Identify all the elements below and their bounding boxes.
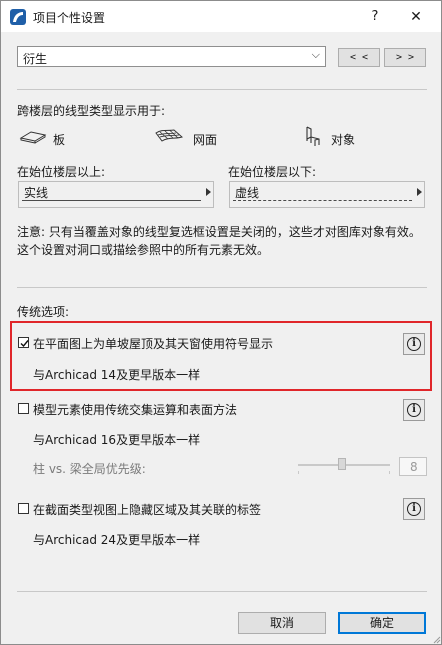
cancel-button[interactable]: 取消 — [238, 612, 326, 634]
above-home-story-label: 在始位楼层以上: — [17, 165, 106, 179]
resize-grip-icon[interactable] — [431, 634, 441, 644]
window-title: 项目个性设置 — [33, 11, 106, 25]
divider — [17, 591, 427, 592]
hide-zones-checkbox[interactable] — [18, 503, 29, 514]
priority-value: 8 — [410, 460, 418, 474]
option-3-label[interactable]: 在截面类型视图上隐藏区域及其关联的标签 — [33, 501, 261, 518]
below-linetype-dropdown[interactable]: 虚线 — [229, 181, 425, 208]
below-home-story-label: 在始位楼层以下: — [228, 165, 317, 179]
column-beam-priority-label: 柱 vs. 梁全局优先级: — [33, 462, 146, 476]
legacy-heading: 传统选项: — [17, 305, 70, 319]
priority-slider-thumb[interactable] — [338, 458, 346, 470]
note-line-1: 注意: 只有当覆盖对象的线型复选框设置是关闭的，这些才对图库对象有效。 — [17, 225, 421, 239]
info-icon: i — [407, 403, 421, 417]
linetype-heading: 跨楼层的线型类型显示用于: — [17, 104, 166, 118]
option-3-info-button[interactable]: i — [403, 498, 425, 520]
info-icon: i — [407, 337, 421, 351]
priority-value-field[interactable]: 8 — [399, 457, 427, 476]
below-linetype-value: 虚线 — [235, 186, 260, 200]
checkmark-icon — [20, 340, 29, 348]
option-1-info-button[interactable]: i — [403, 333, 425, 355]
close-button[interactable]: ✕ — [406, 7, 426, 27]
object-label: 对象 — [331, 133, 356, 147]
preferences-page-select[interactable]: 衍生 ⌵ — [17, 46, 326, 67]
info-icon: i — [407, 502, 421, 516]
triangle-right-icon — [417, 188, 422, 196]
help-button[interactable]: ? — [365, 7, 385, 27]
chair-object-icon — [306, 126, 320, 146]
archicad-app-icon — [10, 9, 26, 25]
ok-button[interactable]: 确定 — [338, 612, 426, 634]
preferences-page-value: 衍生 — [23, 52, 48, 66]
option-1-label[interactable]: 在平面图上为单坡屋顶及其天窗使用符号显示 — [33, 335, 273, 352]
note-line-2: 这个设置对洞口或描绘参照中的所有元素无效。 — [17, 243, 270, 257]
slab-icon — [19, 131, 47, 144]
above-linetype-value: 实线 — [24, 186, 49, 200]
divider — [17, 287, 427, 288]
option-2-sublabel: 与Archicad 16及更早版本一样 — [33, 433, 201, 447]
slab-label: 板 — [53, 133, 66, 147]
priority-slider-ticks — [298, 471, 390, 474]
title-bar: 项目个性设置 ? ✕ — [1, 1, 441, 32]
mesh-icon — [155, 129, 183, 142]
above-linetype-dropdown[interactable]: 实线 — [18, 181, 214, 208]
single-slope-roof-checkbox[interactable] — [18, 337, 29, 348]
next-page-button[interactable]: > > — [384, 48, 426, 67]
triangle-right-icon — [206, 188, 211, 196]
divider — [17, 89, 427, 90]
legacy-intersection-checkbox[interactable] — [18, 403, 29, 414]
chevron-down-icon: ⌵ — [311, 48, 320, 61]
project-preferences-dialog: 项目个性设置 ? ✕ 衍生 ⌵ < < > > 跨楼层的线型类型显示用于: 板 … — [0, 0, 442, 645]
option-2-info-button[interactable]: i — [403, 399, 425, 421]
option-2-label[interactable]: 模型元素使用传统交集运算和表面方法 — [33, 401, 237, 418]
previous-page-button[interactable]: < < — [338, 48, 380, 67]
option-3-sublabel: 与Archicad 24及更早版本一样 — [33, 533, 201, 547]
mesh-label: 网面 — [193, 133, 218, 147]
option-1-sublabel: 与Archicad 14及更早版本一样 — [33, 368, 201, 382]
